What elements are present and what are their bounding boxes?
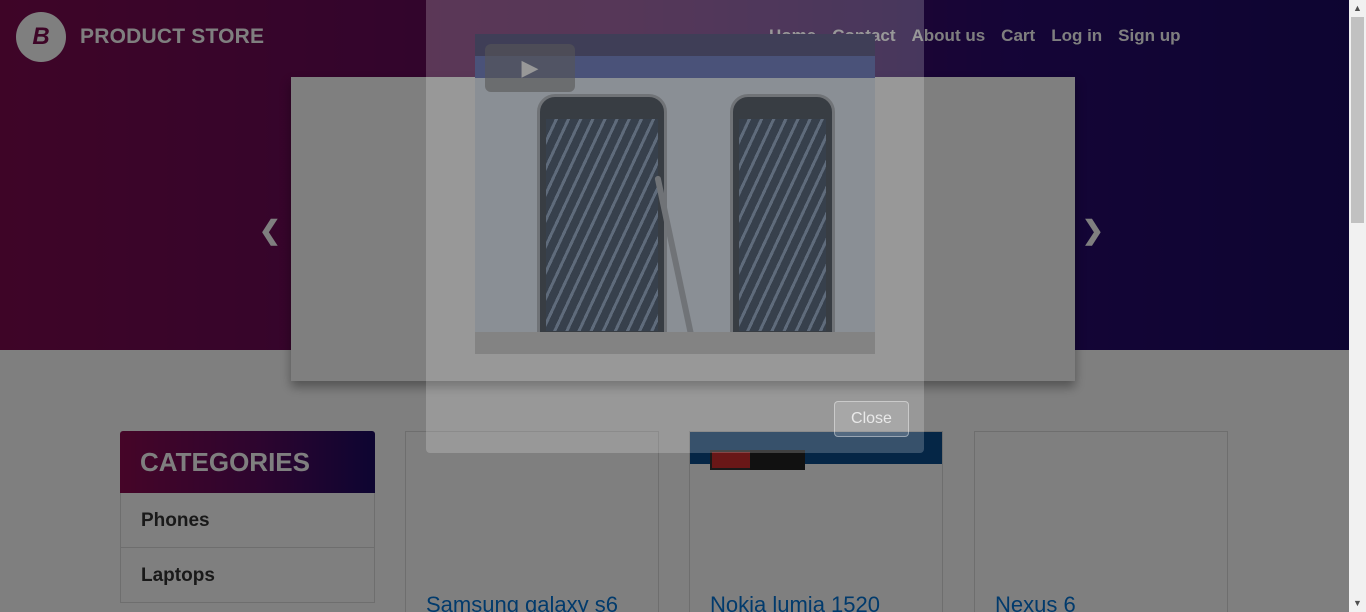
scroll-up-icon[interactable]: ▲ xyxy=(1349,0,1366,17)
scroll-down-icon[interactable]: ▼ xyxy=(1349,595,1366,612)
page-scrollbar[interactable]: ▲ ▼ xyxy=(1349,0,1366,612)
scrollbar-thumb[interactable] xyxy=(1351,17,1364,223)
close-button[interactable]: Close xyxy=(834,401,909,437)
video-modal xyxy=(426,0,924,453)
